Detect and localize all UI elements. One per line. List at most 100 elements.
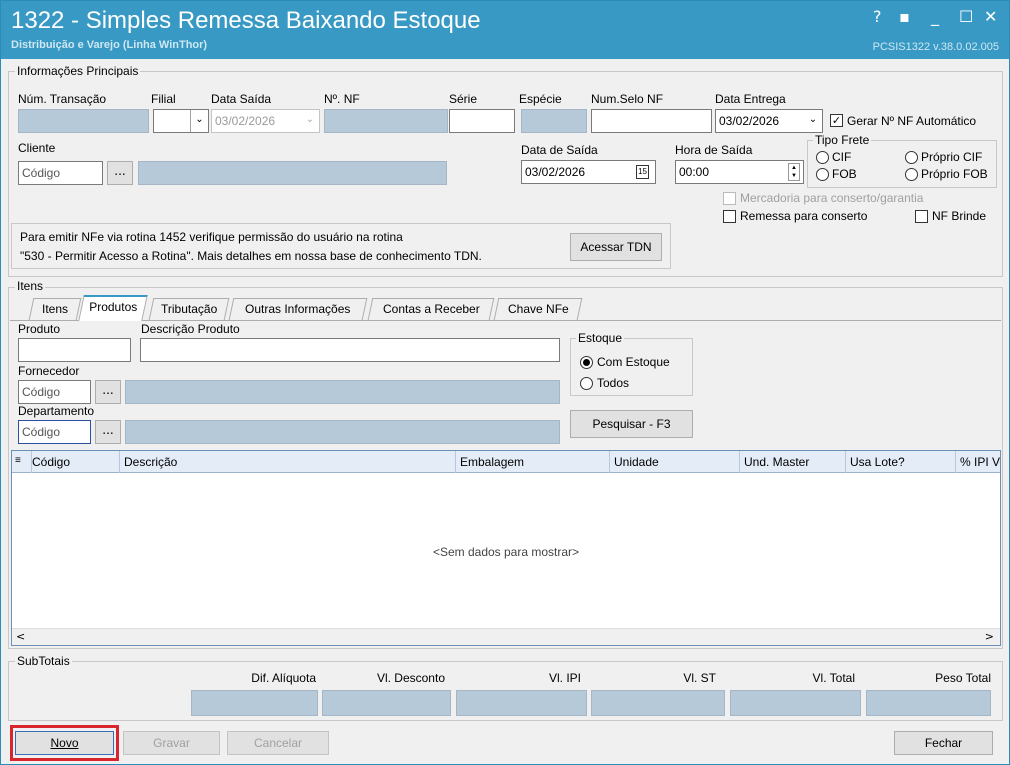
vl-st-field (591, 690, 725, 716)
grid-col-unidade[interactable]: Unidade (610, 451, 740, 473)
novo-label: Novo (50, 736, 79, 750)
fornecedor-codigo-field[interactable]: Código (18, 380, 91, 404)
mercadoria-label: Mercadoria para conserto/garantia (740, 191, 924, 205)
tab-divider (10, 320, 1001, 321)
tab-produtos-label: Produtos (89, 300, 138, 314)
tab-outras-informacoes-label: Outras Informações (245, 302, 351, 316)
fornecedor-search-button[interactable]: ... (95, 380, 121, 404)
todos-radio[interactable] (580, 377, 593, 390)
produto-label: Produto (18, 322, 61, 336)
itens-label: Itens (15, 279, 46, 293)
grid-col-codigo[interactable]: Código (28, 451, 120, 473)
fornecedor-codigo-placeholder: Código (22, 385, 61, 399)
cancelar-button[interactable]: Cancelar (227, 731, 329, 755)
proprio-cif-label: Próprio CIF (921, 150, 983, 164)
gravar-button[interactable]: Gravar (123, 731, 220, 755)
help-icon[interactable]: ? (873, 7, 882, 26)
cif-radio[interactable] (816, 151, 829, 164)
com-estoque-label: Com Estoque (597, 355, 670, 369)
descricao-label: Descrição Produto (141, 322, 240, 336)
vl-desconto-field (322, 690, 451, 716)
gerar-nf-label: Gerar Nº NF Automático (847, 114, 977, 128)
departamento-search-button[interactable]: ... (95, 420, 121, 444)
vl-ipi-label: Vl. IPI (548, 671, 581, 685)
data-entrega-field[interactable]: 03/02/2026 ⌄ (715, 109, 823, 133)
pesquisar-button[interactable]: Pesquisar - F3 (570, 410, 693, 438)
cliente-label: Cliente (18, 141, 56, 155)
vl-st-label: Vl. ST (683, 671, 716, 685)
grid-col-descricao[interactable]: Descrição (120, 451, 456, 473)
grid-col-embalagem[interactable]: Embalagem (456, 451, 610, 473)
tab-contas-receber[interactable]: Contas a Receber (367, 298, 495, 320)
info-line-2: "530 - Permitir Acesso a Rotina". Mais d… (20, 249, 482, 263)
peso-total-field (866, 690, 991, 716)
departamento-nome-field (125, 420, 560, 444)
num-selo-label: Num.Selo NF (591, 92, 664, 106)
dif-aliquota-label: Dif. Alíquota (251, 671, 316, 685)
tab-itens[interactable]: Itens (28, 298, 82, 320)
tab-chave-nfe-label: Chave NFe (507, 302, 569, 316)
produto-field[interactable] (18, 338, 131, 362)
grid-header: ≡ Código Descrição Embalagem Unidade Und… (12, 451, 1000, 473)
filial-select[interactable]: ⌄ (153, 109, 209, 133)
title-bar: 1322 - Simples Remessa Baixando Estoque … (1, 1, 1009, 59)
grid-col-usa-lote[interactable]: Usa Lote? (846, 451, 956, 473)
descricao-field[interactable] (140, 338, 560, 362)
com-estoque-radio[interactable] (580, 356, 593, 369)
dif-aliquota-field (191, 690, 318, 716)
novo-button[interactable]: Novo (15, 731, 114, 755)
data-de-saida-field[interactable]: 03/02/2026 15 (521, 160, 656, 184)
chevron-down-icon: ⌄ (808, 114, 818, 125)
num-transacao-label: Núm. Transação (18, 92, 107, 106)
fob-radio[interactable] (816, 168, 829, 181)
vl-ipi-field (456, 690, 587, 716)
tab-outras-informacoes[interactable]: Outras Informações (228, 298, 368, 320)
vl-desconto-label: Vl. Desconto (376, 671, 445, 685)
check-icon: ✓ (831, 114, 842, 127)
tab-itens-label: Itens (41, 302, 68, 316)
window-title: 1322 - Simples Remessa Baixando Estoque (11, 7, 481, 34)
cliente-search-button[interactable]: ... (107, 161, 133, 185)
proprio-fob-label: Próprio FOB (921, 167, 988, 181)
data-entrega-label: Data Entrega (715, 92, 786, 106)
gerar-nf-checkbox[interactable]: ✓ (830, 114, 843, 127)
grid-col-ipi[interactable]: % IPI Ve (956, 451, 1000, 473)
num-nf-label: Nº. NF (324, 92, 360, 106)
maximize-icon[interactable]: ☐ (959, 7, 973, 26)
scroll-left-icon[interactable]: < (16, 630, 25, 643)
fechar-button[interactable]: Fechar (894, 731, 993, 755)
cliente-codigo-placeholder: Código (22, 166, 61, 180)
num-selo-field[interactable] (591, 109, 712, 133)
cancelar-label: Cancelar (253, 736, 303, 750)
remessa-checkbox[interactable] (723, 210, 736, 223)
hora-saida-field[interactable]: 00:00 ▲ ▼ (675, 160, 804, 184)
tab-produtos[interactable]: Produtos (78, 295, 148, 321)
grid-col-und-master[interactable]: Und. Master (740, 451, 846, 473)
restore-small-icon[interactable]: ▪ (899, 7, 910, 26)
window-subtitle: Distribuição e Varejo (Linha WinThor) (11, 39, 208, 51)
proprio-cif-radio[interactable] (905, 151, 918, 164)
data-saida-field[interactable]: 03/02/2026 ⌄ (211, 109, 320, 133)
nf-brinde-checkbox[interactable] (915, 210, 928, 223)
tab-tributacao-label: Tributação (160, 302, 218, 316)
todos-label: Todos (597, 376, 630, 390)
scroll-right-icon[interactable]: > (985, 630, 994, 643)
spinner-icon[interactable]: ▲ ▼ (788, 163, 800, 181)
horizontal-scrollbar[interactable]: < > (12, 628, 1000, 645)
tab-tributacao[interactable]: Tributação (148, 298, 230, 320)
tab-chave-nfe[interactable]: Chave NFe (493, 298, 583, 320)
serie-field[interactable] (449, 109, 515, 133)
acessar-tdn-button[interactable]: Acessar TDN (570, 233, 662, 261)
main-window: 1322 - Simples Remessa Baixando Estoque … (0, 0, 1010, 765)
serie-label: Série (449, 92, 478, 106)
calendar-icon[interactable]: 15 (636, 165, 649, 179)
fob-label: FOB (832, 167, 857, 181)
minimize-icon[interactable]: _ (931, 7, 939, 26)
departamento-codigo-field[interactable]: Código (18, 420, 91, 444)
products-grid[interactable]: ≡ Código Descrição Embalagem Unidade Und… (11, 450, 1001, 646)
mercadoria-checkbox[interactable] (723, 192, 736, 205)
especie-field (521, 109, 587, 133)
proprio-fob-radio[interactable] (905, 168, 918, 181)
cliente-codigo-field[interactable]: Código (18, 161, 103, 185)
close-icon[interactable]: ✕ (984, 7, 997, 26)
